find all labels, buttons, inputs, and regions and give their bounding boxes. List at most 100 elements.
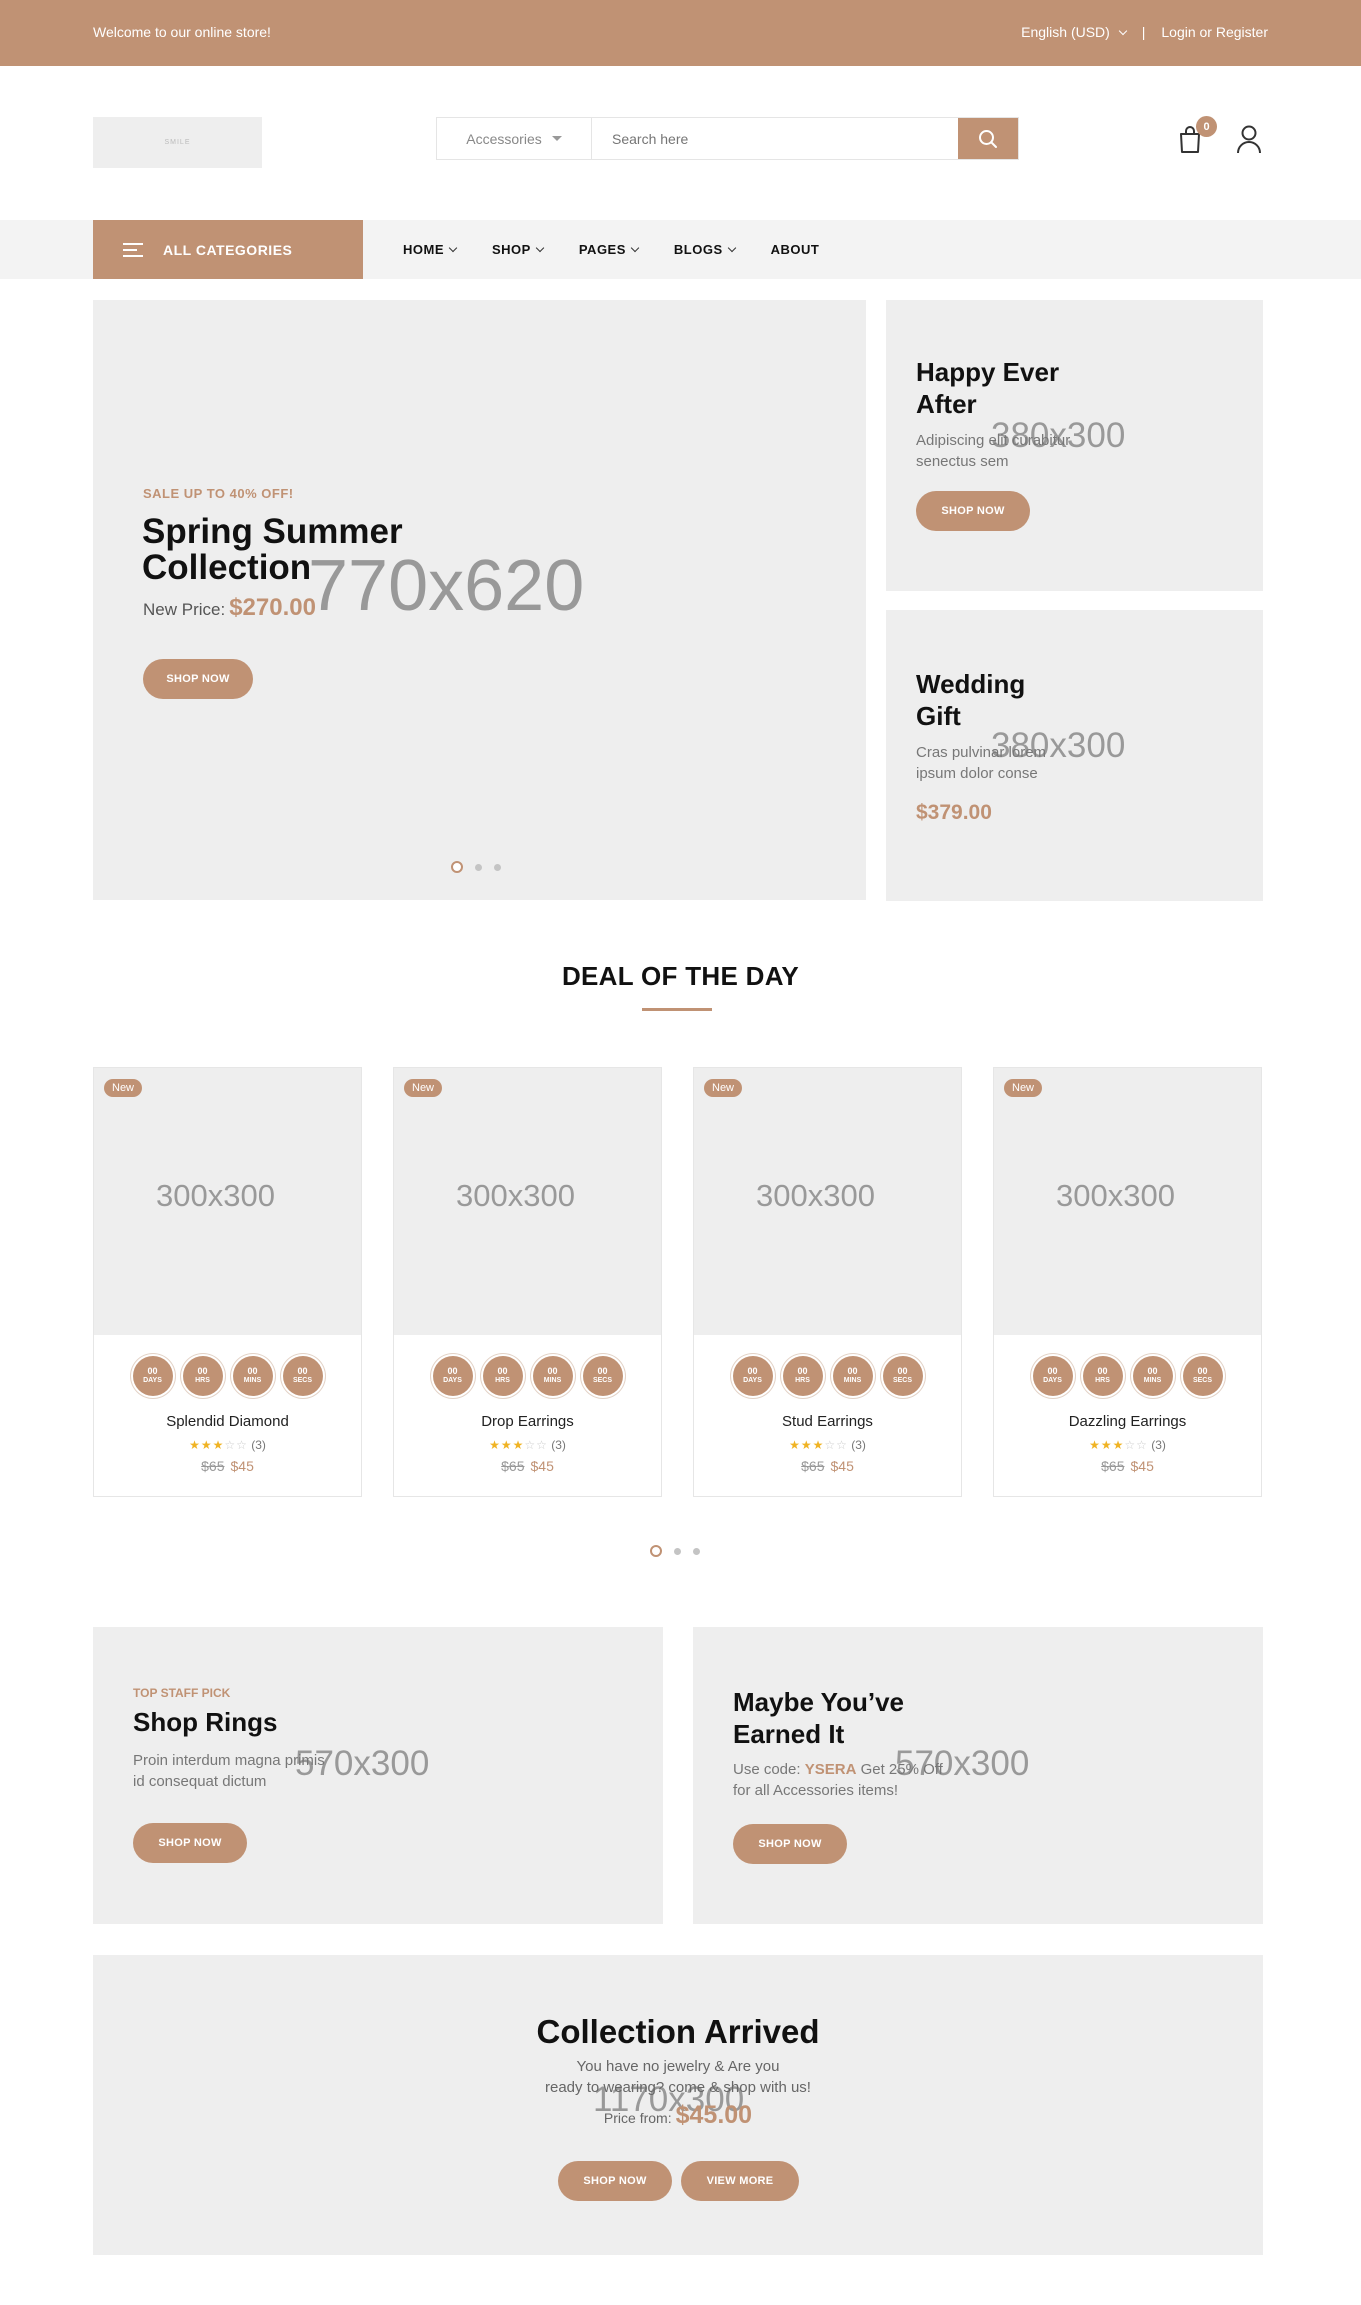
banner-text-line1: Cras pulvinar lorem <box>916 744 1047 761</box>
slider-dot-2[interactable] <box>674 1547 681 1555</box>
slider-dot-1[interactable] <box>650 1545 662 1557</box>
product-image[interactable]: 300x300 <box>394 1068 661 1335</box>
product-rating: ★★★☆☆ (3) <box>994 1438 1261 1452</box>
promo-title-line1: Maybe You’ve <box>733 1687 904 1717</box>
main-menu: HOME SHOP PAGES BLOGS ABOUT <box>403 220 855 279</box>
nav-item-home[interactable]: HOME <box>403 242 458 257</box>
nav-item-about[interactable]: ABOUT <box>771 242 820 257</box>
search-bar: Accessories <box>436 117 1019 160</box>
promo-text-line1: Use code: YSERA Get 25% Off <box>733 1761 943 1778</box>
banner-text-line1: Adipiscing elit curabitur <box>916 432 1071 449</box>
product-image[interactable]: 300x300 <box>694 1068 961 1335</box>
welcome-text: Welcome to our online store! <box>93 24 271 40</box>
banner-title-line1: Happy Ever <box>916 357 1060 387</box>
hero-kicker: SALE UP TO 40% OFF! <box>143 486 294 501</box>
timer-minutes: 00 MINS <box>1132 1356 1173 1396</box>
countdown-timer: 00 DAYS 00 HRS 00 MINS 00 SECS <box>694 1356 961 1396</box>
all-categories-button[interactable]: ALL CATEGORIES <box>93 220 363 279</box>
slider-dot-1[interactable] <box>451 861 463 873</box>
timer-seconds: 00 SECS <box>282 1356 323 1396</box>
hero-price: $270.00 <box>229 594 316 621</box>
old-price: $65 <box>1101 1458 1125 1474</box>
promo-banner-earned-it: 570x300 Maybe You’ve Earned It Use code:… <box>693 1627 1263 1924</box>
countdown-timer: 00 DAYS 00 HRS 00 MINS 00 SECS <box>994 1356 1261 1396</box>
product-image-placeholder: 300x300 <box>1056 1178 1175 1213</box>
product-price: $65 $45 <box>694 1458 961 1474</box>
product-image[interactable]: 300x300 <box>94 1068 361 1335</box>
chevron-down-icon <box>1118 26 1127 36</box>
slider-dot-3[interactable] <box>494 863 501 871</box>
section-title-underline <box>642 1008 712 1011</box>
side-banner-happy-ever-after: 380x300 Happy Ever After Adipiscing elit… <box>886 300 1263 591</box>
new-badge: New <box>104 1079 143 1097</box>
menu-icon <box>123 242 143 257</box>
product-card[interactable]: 300x300 New 00 DAYS 00 HRS 00 MINS 00 SECS S… <box>93 1067 362 1497</box>
product-image-placeholder: 300x300 <box>156 1178 275 1213</box>
collection-view-more-button[interactable]: VIEW MORE <box>681 2161 799 2201</box>
old-price: $65 <box>501 1458 525 1474</box>
nav-item-blogs[interactable]: BLOGS <box>674 242 736 257</box>
search-category-select[interactable]: Accessories <box>437 118 592 159</box>
promo-shop-now-button[interactable]: SHOP NOW <box>733 1824 847 1864</box>
promo-shop-now-button[interactable]: SHOP NOW <box>133 1823 247 1863</box>
nav-label: PAGES <box>578 242 626 257</box>
collection-shop-now-button[interactable]: SHOP NOW <box>558 2161 672 2201</box>
nav-item-shop[interactable]: SHOP <box>492 242 545 257</box>
promo-code: YSERA <box>804 1761 857 1778</box>
product-image[interactable]: 300x300 <box>994 1068 1261 1335</box>
timer-seconds: 00 SECS <box>1182 1356 1223 1396</box>
search-button[interactable] <box>958 118 1018 159</box>
slider-dot-3[interactable] <box>693 1547 700 1555</box>
nav-item-pages[interactable]: PAGES <box>578 242 640 257</box>
timer-minutes: 00 MINS <box>832 1356 873 1396</box>
product-card[interactable]: 300x300 New 00 DAYS 00 HRS 00 MINS 00 SECS S… <box>693 1067 962 1497</box>
product-card[interactable]: 300x300 New 00 DAYS 00 HRS 00 MINS 00 SECS D… <box>393 1067 662 1497</box>
promo-text-line2: id consequat dictum <box>133 1773 267 1790</box>
promo-text-line2: for all Accessories items! <box>733 1782 899 1799</box>
hero-price-label: New Price: <box>143 600 226 619</box>
review-count: (3) <box>851 1438 866 1452</box>
star-rating-icon: ★★★☆☆ <box>189 1438 248 1452</box>
sale-price: $45 <box>1130 1458 1154 1474</box>
product-name[interactable]: Drop Earrings <box>394 1413 661 1430</box>
collection-price-label: Price from: <box>603 2110 672 2126</box>
timer-hours: 00 HRS <box>1082 1356 1123 1396</box>
hero-slider-dots <box>451 861 501 873</box>
search-input[interactable] <box>592 118 958 159</box>
deal-slider-dots <box>650 1545 700 1557</box>
product-name[interactable]: Dazzling Earrings <box>994 1413 1261 1430</box>
sale-price: $45 <box>830 1458 854 1474</box>
slider-dot-2[interactable] <box>475 863 482 871</box>
collection-price: $45.00 <box>675 2101 753 2129</box>
product-price: $65 $45 <box>994 1458 1261 1474</box>
hero-price-row: New Price: $270.00 <box>143 594 316 622</box>
product-name[interactable]: Stud Earrings <box>694 1413 961 1430</box>
caret-down-icon <box>551 136 562 141</box>
review-count: (3) <box>551 1438 566 1452</box>
currency-language-selector[interactable]: English (USD) <box>1021 24 1127 40</box>
login-register-link[interactable]: Login or Register <box>1161 24 1268 40</box>
banner-shop-now-button[interactable]: SHOP NOW <box>916 491 1030 531</box>
logo[interactable]: SMILE <box>93 117 262 168</box>
countdown-timer: 00 DAYS 00 HRS 00 MINS 00 SECS <box>94 1356 361 1396</box>
account-button[interactable] <box>1236 124 1262 154</box>
new-badge: New <box>404 1079 443 1097</box>
timer-days: 00 DAYS <box>732 1356 773 1396</box>
hero-shop-now-button[interactable]: SHOP NOW <box>143 659 253 699</box>
timer-minutes: 00 MINS <box>532 1356 573 1396</box>
review-count: (3) <box>251 1438 266 1452</box>
cart-count-badge: 0 <box>1196 116 1217 137</box>
timer-days: 00 DAYS <box>1032 1356 1073 1396</box>
product-card[interactable]: 300x300 New 00 DAYS 00 HRS 00 MINS 00 SECS D… <box>993 1067 1262 1497</box>
timer-days: 00 DAYS <box>132 1356 173 1396</box>
timer-days: 00 DAYS <box>432 1356 473 1396</box>
timer-hours: 00 HRS <box>782 1356 823 1396</box>
promo-code-label: Use code: <box>733 1761 801 1778</box>
banner-price: $379.00 <box>916 801 992 824</box>
chevron-down-icon <box>727 243 736 252</box>
product-name[interactable]: Splendid Diamond <box>94 1413 361 1430</box>
timer-hours: 00 HRS <box>482 1356 523 1396</box>
new-badge: New <box>1004 1079 1043 1097</box>
promo-banner-shop-rings: 570x300 TOP STAFF PICK Shop Rings Proin … <box>93 1627 663 1924</box>
top-bar-links: English (USD) | Login or Register <box>1021 24 1268 40</box>
